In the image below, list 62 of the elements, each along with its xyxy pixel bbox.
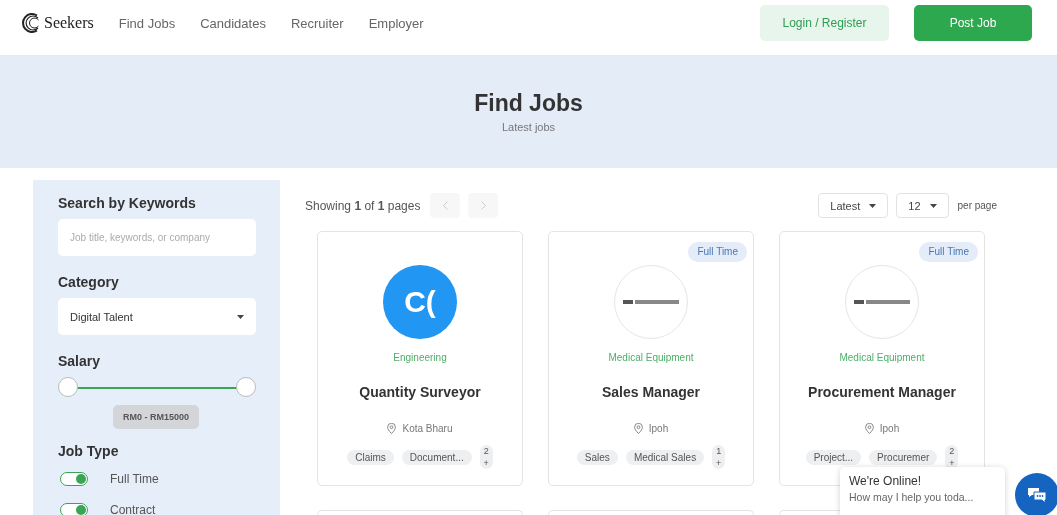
page-title: Find Jobs <box>474 90 583 117</box>
caret-icon <box>869 203 877 208</box>
job-type-badge: Full Time <box>919 242 978 262</box>
toggle-switch[interactable] <box>60 502 88 515</box>
job-location: Kota Bharu <box>402 423 453 434</box>
skill-tag: Document... <box>401 449 472 465</box>
salary-label: Salary <box>58 353 102 369</box>
previous-page-button[interactable] <box>430 193 461 218</box>
job-card[interactable]: Full Time Medical Equipment Sales Manager Ipoh Sales Medical Sales 1 + <box>548 231 754 486</box>
keywords-label: Search by Keywords <box>58 195 197 211</box>
more-tags-count: 2 + <box>479 445 493 469</box>
more-tags-count: 1 + <box>712 445 726 469</box>
slider-handle[interactable] <box>58 377 78 397</box>
per-page-dropdown[interactable]: 12 <box>896 193 949 218</box>
toggle-switch[interactable] <box>60 471 88 486</box>
chat-bubbles-icon <box>1027 486 1047 504</box>
location-pin-icon <box>864 423 874 434</box>
location-pin-icon <box>633 423 643 434</box>
skill-tag: Procuremer <box>869 449 938 465</box>
more-tags-count: 2 + <box>945 445 959 469</box>
chevron-left-icon <box>442 201 448 210</box>
nav-link[interactable]: Candidates <box>200 15 266 31</box>
chevron-right-icon <box>480 201 486 210</box>
job-type-badge: Full Time <box>688 242 747 262</box>
location-pin-icon <box>387 423 397 434</box>
skill-tag: Claims <box>347 449 394 465</box>
category-label: Category <box>58 274 120 290</box>
job-type-option: Full Time <box>110 471 159 486</box>
next-page-button[interactable] <box>468 193 499 218</box>
job-title[interactable]: Quantity Surveyor <box>359 384 481 400</box>
job-type-option: Contract <box>110 502 156 515</box>
brand-name[interactable]: Seekers <box>44 14 94 32</box>
per-page-label: per page <box>957 200 997 211</box>
job-type-label: Job Type <box>58 443 120 459</box>
skill-tag: Sales <box>576 449 618 465</box>
job-location: Ipoh <box>879 423 900 434</box>
chat-message: How may I help you toda... <box>849 491 975 503</box>
skill-tag: Medical Sales <box>625 449 705 465</box>
skill-tag: Project... <box>805 449 862 465</box>
salary-range-reading: RM0 - RM15000 <box>113 405 199 429</box>
page-subtitle: Latest jobs <box>501 121 556 133</box>
company-logo: C( <box>383 265 457 339</box>
sort-dropdown[interactable]: Latest <box>818 193 889 218</box>
nav-link[interactable]: Find Jobs <box>118 15 176 31</box>
job-category: Medical Equipment <box>839 352 925 363</box>
keywords-input-field[interactable]: Job title, keywords, or company <box>58 219 256 256</box>
slider-handle[interactable] <box>236 377 256 397</box>
job-title[interactable]: Sales Manager <box>601 384 701 400</box>
category-dropdown[interactable]: Digital Talent <box>58 298 256 335</box>
job-category: Engineering <box>393 352 447 363</box>
job-category: Medical Equipment <box>608 352 694 363</box>
chat-button[interactable] <box>1015 473 1057 515</box>
logo-icon <box>20 12 42 34</box>
nav-link[interactable]: Employer <box>368 15 424 31</box>
pagination-summary: Showing 1 of 1 pages <box>305 198 421 213</box>
job-location: Ipoh <box>648 423 669 434</box>
job-title[interactable]: Procurement Manager <box>808 384 956 400</box>
caret-icon <box>929 203 937 208</box>
caret-icon <box>237 314 244 319</box>
job-card[interactable]: C( Engineering Quantity Surveyor Kota Bharu Claims Document... 2 + <box>317 231 523 486</box>
chat-status: We're Online! <box>849 474 923 488</box>
nav-link[interactable]: Recruiter <box>290 15 344 31</box>
